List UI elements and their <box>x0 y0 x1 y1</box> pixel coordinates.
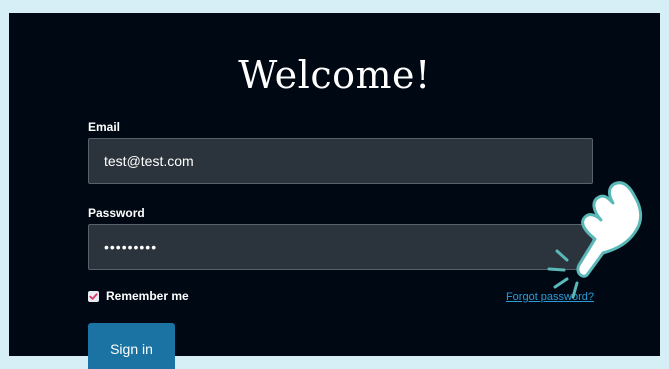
remember-me-label: Remember me <box>106 289 189 303</box>
email-field[interactable] <box>88 138 593 184</box>
password-label: Password <box>88 206 145 220</box>
sign-in-button[interactable]: Sign in <box>88 323 175 369</box>
password-field[interactable] <box>88 224 593 270</box>
login-panel: Welcome! Email Password Remember me Forg… <box>9 13 660 369</box>
remember-me-checkbox[interactable] <box>88 290 99 302</box>
tapping-hand-icon <box>547 181 643 299</box>
email-label: Email <box>88 120 121 134</box>
remember-me-row[interactable]: Remember me <box>88 289 189 303</box>
check-icon <box>89 292 98 300</box>
page-title: Welcome! <box>238 53 431 97</box>
